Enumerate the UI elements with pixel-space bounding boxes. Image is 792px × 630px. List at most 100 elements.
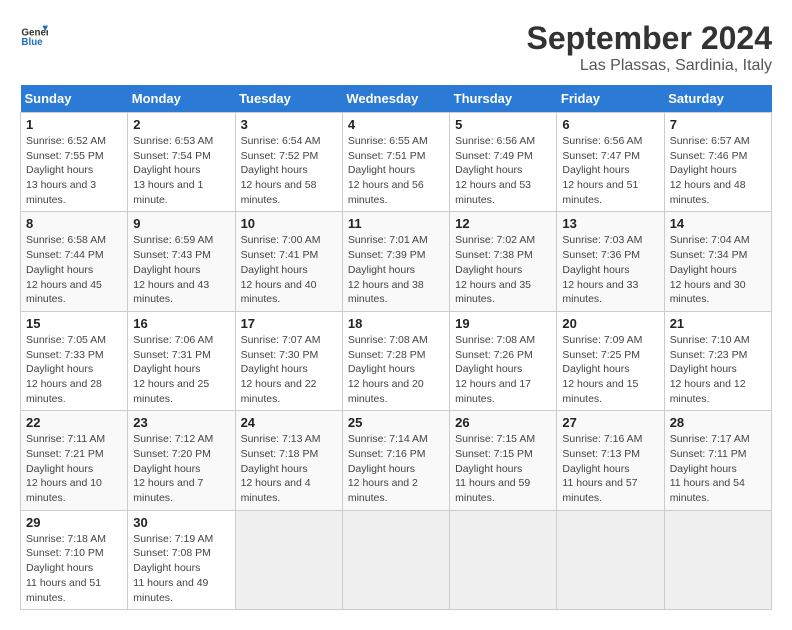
day-info: Sunrise: 7:08 AM Sunset: 7:28 PM Dayligh… (348, 333, 444, 406)
page-header: General Blue September 2024 Las Plassas,… (20, 20, 772, 75)
calendar-cell: 26 Sunrise: 7:15 AM Sunset: 7:15 PM Dayl… (450, 411, 557, 510)
calendar-cell: 14 Sunrise: 7:04 AM Sunset: 7:34 PM Dayl… (664, 212, 771, 311)
day-info: Sunrise: 7:18 AM Sunset: 7:10 PM Dayligh… (26, 532, 122, 605)
calendar-week-5: 29 Sunrise: 7:18 AM Sunset: 7:10 PM Dayl… (21, 510, 772, 609)
day-number: 9 (133, 216, 229, 231)
day-info: Sunrise: 7:07 AM Sunset: 7:30 PM Dayligh… (241, 333, 337, 406)
header-saturday: Saturday (664, 85, 771, 113)
calendar-cell: 17 Sunrise: 7:07 AM Sunset: 7:30 PM Dayl… (235, 311, 342, 410)
calendar-cell (664, 510, 771, 609)
day-info: Sunrise: 6:56 AM Sunset: 7:49 PM Dayligh… (455, 134, 551, 207)
day-info: Sunrise: 7:05 AM Sunset: 7:33 PM Dayligh… (26, 333, 122, 406)
day-info: Sunrise: 7:15 AM Sunset: 7:15 PM Dayligh… (455, 432, 551, 505)
day-number: 20 (562, 316, 658, 331)
day-info: Sunrise: 6:59 AM Sunset: 7:43 PM Dayligh… (133, 233, 229, 306)
day-number: 26 (455, 415, 551, 430)
day-info: Sunrise: 7:17 AM Sunset: 7:11 PM Dayligh… (670, 432, 766, 505)
day-number: 2 (133, 117, 229, 132)
day-number: 10 (241, 216, 337, 231)
calendar-cell: 28 Sunrise: 7:17 AM Sunset: 7:11 PM Dayl… (664, 411, 771, 510)
day-number: 17 (241, 316, 337, 331)
day-info: Sunrise: 7:19 AM Sunset: 7:08 PM Dayligh… (133, 532, 229, 605)
day-number: 29 (26, 515, 122, 530)
month-title: September 2024 (527, 20, 772, 57)
day-number: 16 (133, 316, 229, 331)
day-info: Sunrise: 7:09 AM Sunset: 7:25 PM Dayligh… (562, 333, 658, 406)
day-number: 6 (562, 117, 658, 132)
day-number: 11 (348, 216, 444, 231)
day-number: 7 (670, 117, 766, 132)
calendar-cell: 25 Sunrise: 7:14 AM Sunset: 7:16 PM Dayl… (342, 411, 449, 510)
header-friday: Friday (557, 85, 664, 113)
calendar-week-4: 22 Sunrise: 7:11 AM Sunset: 7:21 PM Dayl… (21, 411, 772, 510)
day-number: 24 (241, 415, 337, 430)
day-info: Sunrise: 6:57 AM Sunset: 7:46 PM Dayligh… (670, 134, 766, 207)
day-info: Sunrise: 6:53 AM Sunset: 7:54 PM Dayligh… (133, 134, 229, 207)
calendar-cell: 27 Sunrise: 7:16 AM Sunset: 7:13 PM Dayl… (557, 411, 664, 510)
day-info: Sunrise: 7:14 AM Sunset: 7:16 PM Dayligh… (348, 432, 444, 505)
day-number: 25 (348, 415, 444, 430)
calendar-cell: 15 Sunrise: 7:05 AM Sunset: 7:33 PM Dayl… (21, 311, 128, 410)
calendar-cell: 5 Sunrise: 6:56 AM Sunset: 7:49 PM Dayli… (450, 113, 557, 212)
calendar-cell: 29 Sunrise: 7:18 AM Sunset: 7:10 PM Dayl… (21, 510, 128, 609)
calendar-cell: 21 Sunrise: 7:10 AM Sunset: 7:23 PM Dayl… (664, 311, 771, 410)
calendar-cell: 16 Sunrise: 7:06 AM Sunset: 7:31 PM Dayl… (128, 311, 235, 410)
day-info: Sunrise: 6:56 AM Sunset: 7:47 PM Dayligh… (562, 134, 658, 207)
day-info: Sunrise: 7:03 AM Sunset: 7:36 PM Dayligh… (562, 233, 658, 306)
header-thursday: Thursday (450, 85, 557, 113)
day-number: 22 (26, 415, 122, 430)
day-number: 23 (133, 415, 229, 430)
day-info: Sunrise: 7:02 AM Sunset: 7:38 PM Dayligh… (455, 233, 551, 306)
day-number: 27 (562, 415, 658, 430)
day-number: 1 (26, 117, 122, 132)
day-number: 28 (670, 415, 766, 430)
calendar-cell: 4 Sunrise: 6:55 AM Sunset: 7:51 PM Dayli… (342, 113, 449, 212)
calendar-cell (342, 510, 449, 609)
calendar-cell: 9 Sunrise: 6:59 AM Sunset: 7:43 PM Dayli… (128, 212, 235, 311)
calendar-cell: 18 Sunrise: 7:08 AM Sunset: 7:28 PM Dayl… (342, 311, 449, 410)
logo: General Blue (20, 20, 48, 48)
day-info: Sunrise: 6:54 AM Sunset: 7:52 PM Dayligh… (241, 134, 337, 207)
day-info: Sunrise: 7:08 AM Sunset: 7:26 PM Dayligh… (455, 333, 551, 406)
calendar-cell: 1 Sunrise: 6:52 AM Sunset: 7:55 PM Dayli… (21, 113, 128, 212)
day-number: 12 (455, 216, 551, 231)
day-number: 19 (455, 316, 551, 331)
title-area: September 2024 Las Plassas, Sardinia, It… (527, 20, 772, 75)
day-number: 30 (133, 515, 229, 530)
calendar-cell: 13 Sunrise: 7:03 AM Sunset: 7:36 PM Dayl… (557, 212, 664, 311)
day-number: 15 (26, 316, 122, 331)
day-info: Sunrise: 7:12 AM Sunset: 7:20 PM Dayligh… (133, 432, 229, 505)
calendar-cell: 10 Sunrise: 7:00 AM Sunset: 7:41 PM Dayl… (235, 212, 342, 311)
day-number: 4 (348, 117, 444, 132)
calendar-table: SundayMondayTuesdayWednesdayThursdayFrid… (20, 85, 772, 610)
calendar-cell: 20 Sunrise: 7:09 AM Sunset: 7:25 PM Dayl… (557, 311, 664, 410)
day-info: Sunrise: 7:01 AM Sunset: 7:39 PM Dayligh… (348, 233, 444, 306)
calendar-cell: 30 Sunrise: 7:19 AM Sunset: 7:08 PM Dayl… (128, 510, 235, 609)
day-number: 21 (670, 316, 766, 331)
day-info: Sunrise: 7:16 AM Sunset: 7:13 PM Dayligh… (562, 432, 658, 505)
calendar-cell (235, 510, 342, 609)
calendar-week-1: 1 Sunrise: 6:52 AM Sunset: 7:55 PM Dayli… (21, 113, 772, 212)
calendar-header-row: SundayMondayTuesdayWednesdayThursdayFrid… (21, 85, 772, 113)
day-info: Sunrise: 6:52 AM Sunset: 7:55 PM Dayligh… (26, 134, 122, 207)
calendar-cell: 8 Sunrise: 6:58 AM Sunset: 7:44 PM Dayli… (21, 212, 128, 311)
calendar-cell: 7 Sunrise: 6:57 AM Sunset: 7:46 PM Dayli… (664, 113, 771, 212)
day-info: Sunrise: 6:55 AM Sunset: 7:51 PM Dayligh… (348, 134, 444, 207)
calendar-cell: 3 Sunrise: 6:54 AM Sunset: 7:52 PM Dayli… (235, 113, 342, 212)
calendar-cell: 2 Sunrise: 6:53 AM Sunset: 7:54 PM Dayli… (128, 113, 235, 212)
day-info: Sunrise: 6:58 AM Sunset: 7:44 PM Dayligh… (26, 233, 122, 306)
day-info: Sunrise: 7:04 AM Sunset: 7:34 PM Dayligh… (670, 233, 766, 306)
day-info: Sunrise: 7:06 AM Sunset: 7:31 PM Dayligh… (133, 333, 229, 406)
location-title: Las Plassas, Sardinia, Italy (527, 57, 772, 75)
header-monday: Monday (128, 85, 235, 113)
calendar-cell (557, 510, 664, 609)
day-info: Sunrise: 7:00 AM Sunset: 7:41 PM Dayligh… (241, 233, 337, 306)
logo-icon: General Blue (20, 20, 48, 48)
day-info: Sunrise: 7:10 AM Sunset: 7:23 PM Dayligh… (670, 333, 766, 406)
svg-text:Blue: Blue (21, 37, 43, 48)
day-number: 5 (455, 117, 551, 132)
calendar-week-2: 8 Sunrise: 6:58 AM Sunset: 7:44 PM Dayli… (21, 212, 772, 311)
calendar-cell: 22 Sunrise: 7:11 AM Sunset: 7:21 PM Dayl… (21, 411, 128, 510)
day-info: Sunrise: 7:13 AM Sunset: 7:18 PM Dayligh… (241, 432, 337, 505)
calendar-cell: 11 Sunrise: 7:01 AM Sunset: 7:39 PM Dayl… (342, 212, 449, 311)
